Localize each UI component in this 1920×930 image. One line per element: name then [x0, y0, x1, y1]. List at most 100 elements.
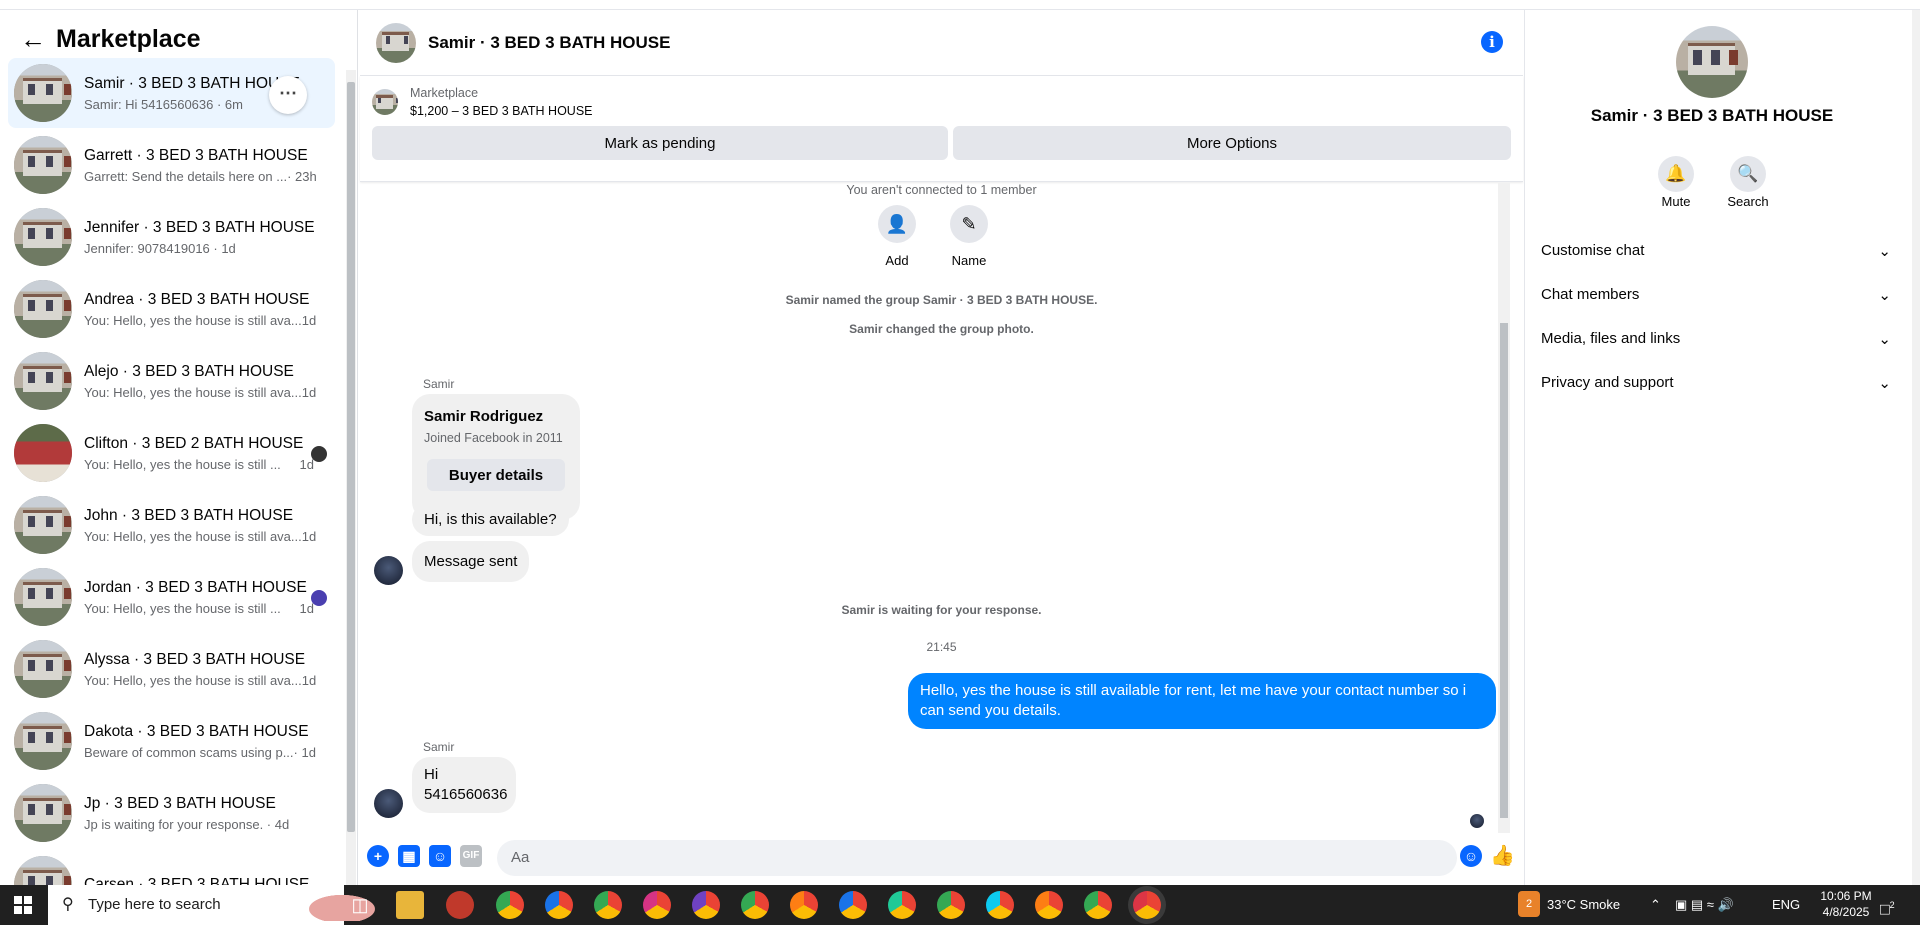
- thread-scrollbar[interactable]: [1498, 183, 1510, 833]
- conversation-name: Alejo · 3 BED 3 BATH HOUSE: [84, 362, 294, 380]
- chrome-profile-icon[interactable]: [1084, 891, 1112, 919]
- plus-icon[interactable]: +: [367, 845, 389, 867]
- page-scrollbar[interactable]: [1912, 10, 1920, 885]
- notification-icon[interactable]: □2: [1880, 885, 1895, 930]
- conversation-item-garrett[interactable]: Garrett · 3 BED 3 BATH HOUSE Garrett: Sen…: [8, 130, 335, 200]
- info-icon[interactable]: i: [1481, 31, 1503, 53]
- photo-icon[interactable]: ▦: [398, 845, 420, 867]
- emoji-icon[interactable]: ☺: [1460, 845, 1482, 867]
- chrome-profile-icon[interactable]: [594, 891, 622, 919]
- edit-name-icon[interactable]: ✎: [950, 205, 988, 243]
- conversation-preview: Samir: Hi 5416560636 · 6m: [84, 96, 243, 112]
- media-files-links-row[interactable]: Media, files and links ⌄: [1541, 330, 1891, 348]
- conversation-time: 1d: [301, 528, 317, 544]
- conversation-time: 1d: [301, 312, 317, 328]
- chat-details-panel: Samir · 3 BED 3 BATH HOUSE 🔔 Mute 🔍 Sear…: [1524, 10, 1920, 885]
- conversation-item-john[interactable]: John · 3 BED 3 BATH HOUSE You: Hello, yes…: [8, 490, 335, 560]
- chrome-profile-icon[interactable]: [1035, 891, 1063, 919]
- conversation-item-andrea[interactable]: Andrea · 3 BED 3 BATH HOUSE You: Hello, y…: [8, 274, 335, 344]
- conversation-preview: You: Hello, yes the house is still ava..…: [84, 672, 302, 688]
- bell-icon[interactable]: 🔔: [1658, 156, 1694, 192]
- avatar: [14, 568, 72, 626]
- tray-icons[interactable]: ▣ ▤ ≈ 🔊: [1675, 885, 1734, 925]
- conversation-item-alyssa[interactable]: Alyssa · 3 BED 3 BATH HOUSE You: Hello, y…: [8, 634, 335, 704]
- buyer-profile-card: Samir Rodriguez Joined Facebook in 2011 …: [412, 394, 580, 520]
- conversation-preview: You: Hello, yes the house is still ...: [84, 456, 281, 472]
- chrome-profile-icon[interactable]: [839, 891, 867, 919]
- scrollbar-thumb[interactable]: [1500, 323, 1508, 818]
- app-icon[interactable]: [446, 891, 474, 919]
- taskbar-search-box[interactable]: ⚲ Type here to search: [48, 885, 384, 925]
- add-person-icon[interactable]: 👤: [878, 205, 916, 243]
- conversation-item-alejo[interactable]: Alejo · 3 BED 3 BATH HOUSE You: Hello, ye…: [8, 346, 335, 416]
- sticker-icon[interactable]: ☺: [429, 845, 451, 867]
- file-explorer-icon[interactable]: [396, 891, 424, 919]
- chrome-profile-icon[interactable]: [545, 891, 573, 919]
- language-indicator[interactable]: ENG: [1772, 885, 1800, 925]
- message-thread: You aren't connected to 1 member 👤 Add ✎…: [360, 183, 1523, 833]
- conversation-item-dakota[interactable]: Dakota · 3 BED 3 BATH HOUSE Beware of com…: [8, 706, 335, 776]
- chevron-down-icon: ⌄: [1878, 331, 1891, 348]
- search-icon: ⚲: [62, 896, 74, 913]
- avatar: [14, 280, 72, 338]
- chrome-profile-icon[interactable]: [888, 891, 916, 919]
- more-options-icon[interactable]: ⋯: [269, 76, 307, 114]
- chrome-profile-icon[interactable]: [692, 891, 720, 919]
- incoming-message: Hi: [424, 766, 439, 783]
- chrome-profile-icon-active[interactable]: [1133, 891, 1161, 919]
- scrollbar-thumb[interactable]: [347, 82, 355, 832]
- conversation-preview: You: Hello, yes the house is still ava..…: [84, 384, 302, 400]
- section-label: Customise chat: [1541, 242, 1645, 259]
- sender-avatar[interactable]: [374, 556, 403, 585]
- chrome-profile-icon[interactable]: [986, 891, 1014, 919]
- conversation-item-jordan[interactable]: Jordan · 3 BED 3 BATH HOUSE You: Hello, y…: [8, 562, 335, 632]
- conversation-time: 1d: [301, 384, 317, 400]
- listing-title[interactable]: $1,200 – 3 BED 3 BATH HOUSE: [410, 104, 593, 118]
- task-view-icon[interactable]: ◫: [346, 891, 374, 919]
- chrome-profile-icon[interactable]: [790, 891, 818, 919]
- gif-icon[interactable]: GIF: [460, 845, 482, 867]
- chrome-profile-icon[interactable]: [937, 891, 965, 919]
- chat-title[interactable]: Samir · 3 BED 3 BATH HOUSE: [428, 33, 670, 53]
- customise-chat-row[interactable]: Customise chat ⌄: [1541, 242, 1891, 260]
- conversation-item-jennifer[interactable]: Jennifer · 3 BED 3 BATH HOUSE Jennifer: 9…: [8, 202, 335, 272]
- message-input[interactable]: Aa: [497, 840, 1457, 876]
- message-composer: + ▦ ☺ GIF Aa ☺ 👍: [360, 832, 1523, 882]
- taskbar-clock[interactable]: 10:06 PM 4/8/2025: [1818, 888, 1874, 920]
- conversation-time: · 1d: [293, 744, 316, 760]
- chrome-profile-icon[interactable]: [643, 891, 671, 919]
- group-photo-notice: Samir changed the group photo.: [849, 322, 1034, 336]
- sender-avatar[interactable]: [374, 789, 403, 818]
- like-thumb-icon[interactable]: 👍: [1490, 845, 1515, 867]
- search-icon[interactable]: 🔍: [1730, 156, 1766, 192]
- tray-chevron-up-icon[interactable]: ⌃: [1650, 885, 1661, 925]
- add-label: Add: [885, 253, 909, 268]
- conversation-item-carsen[interactable]: Carsen · 3 BED 3 BATH HOUSE: [8, 850, 335, 885]
- chat-panel: Samir · 3 BED 3 BATH HOUSE i Marketplace…: [360, 10, 1523, 885]
- avatar: [14, 208, 72, 266]
- chat-avatar[interactable]: [376, 22, 416, 63]
- conversation-time: 1d: [301, 672, 317, 688]
- windows-start-icon[interactable]: [14, 896, 32, 914]
- weather-icon[interactable]: 2: [1518, 891, 1540, 917]
- chrome-profile-icon[interactable]: [741, 891, 769, 919]
- chat-members-row[interactable]: Chat members ⌄: [1541, 286, 1891, 304]
- weather-text[interactable]: 33°C Smoke: [1547, 885, 1620, 925]
- conversation-item-samir[interactable]: Samir · 3 BED 3 BATH HOUSE Samir: Hi 5416…: [8, 58, 335, 128]
- conversation-item-jp[interactable]: Jp · 3 BED 3 BATH HOUSE Jp is waiting for…: [8, 778, 335, 848]
- mute-label: Mute: [1661, 194, 1691, 209]
- conversation-item-clifton[interactable]: Clifton · 3 BED 2 BATH HOUSE You: Hello, …: [8, 418, 335, 488]
- back-arrow-icon[interactable]: ←: [20, 24, 56, 55]
- avatar: [14, 64, 72, 122]
- chrome-icon[interactable]: [496, 891, 524, 919]
- privacy-support-row[interactable]: Privacy and support ⌄: [1541, 374, 1891, 392]
- mark-as-pending-button[interactable]: Mark as pending: [372, 126, 948, 160]
- group-avatar[interactable]: [1676, 26, 1748, 98]
- conversation-name: Carsen · 3 BED 3 BATH HOUSE: [84, 876, 310, 885]
- buyer-details-button[interactable]: Buyer details: [427, 459, 565, 491]
- more-options-button[interactable]: More Options: [953, 126, 1511, 160]
- avatar: [14, 640, 72, 698]
- incoming-message-block: Hi 5416560636: [412, 757, 516, 813]
- conversation-list-scrollbar[interactable]: [346, 70, 356, 885]
- clock-date: 4/8/2025: [1822, 905, 1870, 919]
